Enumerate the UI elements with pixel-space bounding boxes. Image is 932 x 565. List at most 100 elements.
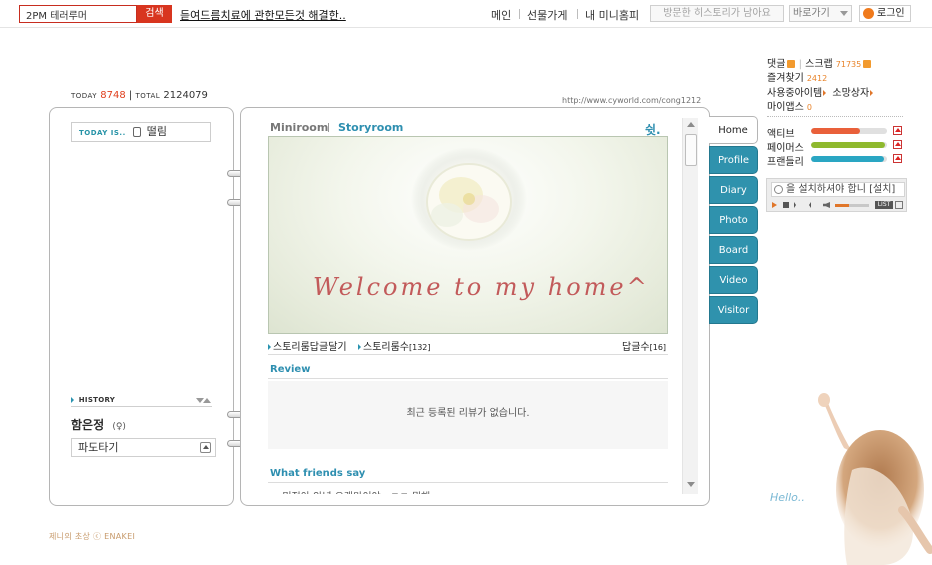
history-heading[interactable]: HISTORY	[71, 396, 115, 404]
storyroom-image: Welcome to my home^	[268, 136, 668, 334]
tab-video[interactable]: Video	[709, 266, 758, 294]
divider	[71, 406, 212, 407]
my-apps-count: 0	[806, 103, 812, 112]
arrow-right-icon	[870, 90, 874, 96]
scroll-down-icon[interactable]	[687, 482, 695, 487]
my-apps-row[interactable]: 마이앱스 0	[767, 98, 812, 113]
player-text-label: 을 설치하셔야 합니 [설치]	[786, 184, 896, 195]
girl-illustration	[818, 393, 932, 565]
visit-history-box[interactable]: 방문한 히스토리가 남아요	[650, 5, 784, 22]
favorites-row[interactable]: 즐겨찾기 2412	[767, 69, 827, 84]
owner-gender: (♀)	[112, 422, 126, 432]
divider	[268, 354, 668, 355]
playlist-button[interactable]: LIST	[875, 201, 893, 209]
scroll-thumb[interactable]	[685, 134, 697, 166]
famous-level-bar	[811, 142, 887, 148]
login-button[interactable]: 로그인	[859, 5, 911, 22]
story-reply-link[interactable]: 스토리룸답글달기	[268, 338, 347, 353]
homepage-url[interactable]: http://www.cyworld.com/cong1212	[562, 96, 701, 105]
tab-board[interactable]: Board	[709, 236, 758, 264]
play-icon[interactable]	[772, 202, 777, 208]
comment-scrap-row: 댓글 | 스크랩 71735	[767, 55, 872, 70]
my-apps-link[interactable]: 마이앱스	[767, 102, 804, 113]
menu-gift-link[interactable]: 선물가게	[527, 7, 567, 23]
rss-icon	[787, 60, 796, 68]
menu-minihompy-link[interactable]: 내 미니홈피	[585, 7, 639, 23]
scroll-up-icon[interactable]	[687, 122, 695, 127]
story-count: [132]	[409, 343, 431, 352]
today-count: 8748	[100, 90, 126, 101]
divider	[268, 482, 668, 483]
flower-illustration	[411, 147, 527, 251]
surf-select[interactable]: 파도타기	[71, 438, 216, 457]
reply-count: 답글수[16]	[622, 338, 666, 353]
menu-separator	[519, 9, 520, 19]
skin-credit: 제니의 초상 ⓒ ENAKEI	[49, 532, 136, 541]
tab-storyroom[interactable]: Storyroom	[338, 121, 403, 134]
search-input[interactable]	[19, 5, 137, 23]
arrow-up-icon[interactable]	[893, 126, 902, 135]
menu-separator	[577, 9, 578, 19]
music-player: 을 설치하셔야 합니 [설치] LIST	[766, 178, 907, 212]
active-level-bar	[811, 128, 887, 134]
favorites-link[interactable]: 즐겨찾기	[767, 73, 804, 84]
reply-count-label: 답글수	[622, 342, 650, 353]
tab-miniroom[interactable]: Miniroom	[270, 121, 328, 134]
wish-box-link[interactable]: 소망상자	[832, 88, 869, 99]
popup-icon[interactable]	[895, 201, 903, 209]
volume-fill	[835, 204, 849, 207]
owner-name: 함은정 (♀)	[71, 416, 126, 433]
next-icon[interactable]	[805, 202, 811, 208]
menu-main-link[interactable]: 메인	[491, 7, 511, 23]
history-toggle[interactable]	[196, 398, 211, 404]
friends-say-heading: What friends say	[270, 468, 366, 479]
divider	[767, 116, 903, 117]
story-count-link[interactable]: 스토리룸수[132]	[358, 338, 431, 353]
scrollbar[interactable]	[682, 118, 698, 494]
tab-home[interactable]: Home	[709, 116, 758, 144]
tab-separator	[328, 123, 329, 132]
login-icon	[863, 8, 874, 19]
shortcut-label: 바로가기	[793, 8, 830, 19]
chevron-up-icon[interactable]	[200, 442, 211, 453]
total-count: 2124079	[163, 90, 208, 101]
previous-icon[interactable]	[794, 202, 800, 208]
mood-text: 떨림	[146, 125, 168, 138]
visitor-counter: TODAY 8748 | TOTAL 2124079	[71, 90, 208, 101]
stop-icon[interactable]	[783, 202, 789, 208]
rss-icon	[863, 60, 872, 68]
arrow-up-icon[interactable]	[893, 140, 902, 149]
tab-photo[interactable]: Photo	[709, 206, 758, 234]
stat-label-active: 액티브	[767, 129, 795, 140]
tab-diary[interactable]: Diary	[709, 176, 758, 204]
review-empty-message: 최근 등록된 리뷰가 없습니다.	[268, 381, 668, 449]
shortcut-dropdown[interactable]: 바로가기	[789, 5, 852, 22]
hello-text: Hello..	[770, 491, 805, 504]
review-heading: Review	[270, 364, 311, 375]
promo-link[interactable]: 듣여드름치료에 관한모든것 해결한..	[180, 7, 346, 23]
player-install-text[interactable]: 을 설치하셔야 합니 [설치]	[771, 182, 905, 197]
stat-label-friendly: 프랜들리	[767, 157, 804, 168]
disc-icon	[774, 185, 783, 194]
active-level-fill	[811, 128, 861, 134]
today-is-label: TODAY IS..	[79, 129, 126, 137]
favorites-count: 2412	[806, 74, 828, 83]
friendly-level-bar	[811, 156, 887, 162]
arrow-up-icon[interactable]	[893, 154, 902, 163]
friends-comment: · 민정아 안녕 오랜만이야 ..ㅋㅋ 뭐해 ...	[276, 488, 443, 494]
tab-profile[interactable]: Profile	[709, 146, 758, 174]
today-label: TODAY	[71, 92, 98, 100]
volume-icon[interactable]	[823, 202, 830, 208]
total-label: TOTAL	[135, 92, 161, 100]
tab-visitor[interactable]: Visitor	[709, 296, 758, 324]
bullet-icon	[358, 344, 361, 350]
stat-label-famous: 페이머스	[767, 143, 804, 154]
search-button[interactable]: 검색	[137, 5, 172, 23]
story-count-label: 스토리룸수	[363, 342, 409, 353]
bullet-icon	[71, 397, 74, 403]
friendly-level-fill	[811, 156, 884, 162]
arrow-right-icon	[823, 90, 827, 96]
items-row: 사용중아이템 소망상자	[767, 84, 874, 99]
chevron-down-icon	[840, 11, 848, 16]
reply-count-value: [16]	[649, 343, 667, 352]
